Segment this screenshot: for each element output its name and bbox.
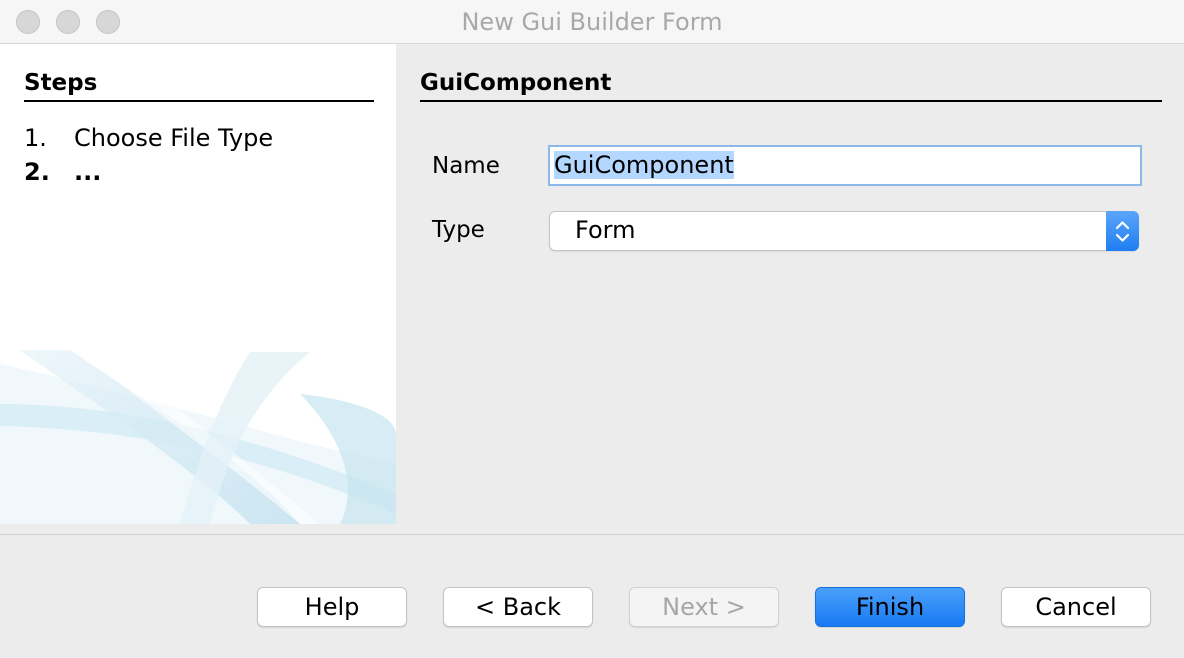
window-title: New Gui Builder Form [461,8,723,36]
step-label: Choose File Type [74,124,274,152]
name-input-value: GuiComponent [554,151,734,179]
name-input[interactable]: GuiComponent [548,145,1142,186]
button-bar-divider [0,534,1184,535]
select-arrows-icon [1106,211,1139,251]
type-label: Type [432,217,485,243]
form-heading: GuiComponent [420,70,612,96]
step-item-1: 1. Choose File Type [24,124,273,152]
wizard-decoration-image [0,350,396,524]
cancel-button[interactable]: Cancel [1001,587,1151,627]
step-label: ... [74,158,102,186]
dialog-window: New Gui Builder Form Steps 1. Choose File… [0,0,1184,658]
step-item-2: 2.... [24,158,101,186]
name-label: Name [432,153,500,179]
title-bar: New Gui Builder Form [0,0,1184,44]
form-heading-divider [420,100,1162,102]
type-select[interactable]: Form [549,211,1139,251]
step-number: 2. [24,158,50,186]
type-select-value: Form [575,216,636,244]
finish-button[interactable]: Finish [815,587,965,627]
steps-heading: Steps [24,70,98,96]
help-button[interactable]: Help [257,587,407,627]
next-button[interactable]: Next > [629,587,779,627]
steps-divider [24,100,374,102]
back-button[interactable]: < Back [443,587,593,627]
steps-panel: Steps 1. Choose File Type 2.... [0,44,396,524]
step-number: 1. [24,124,47,152]
